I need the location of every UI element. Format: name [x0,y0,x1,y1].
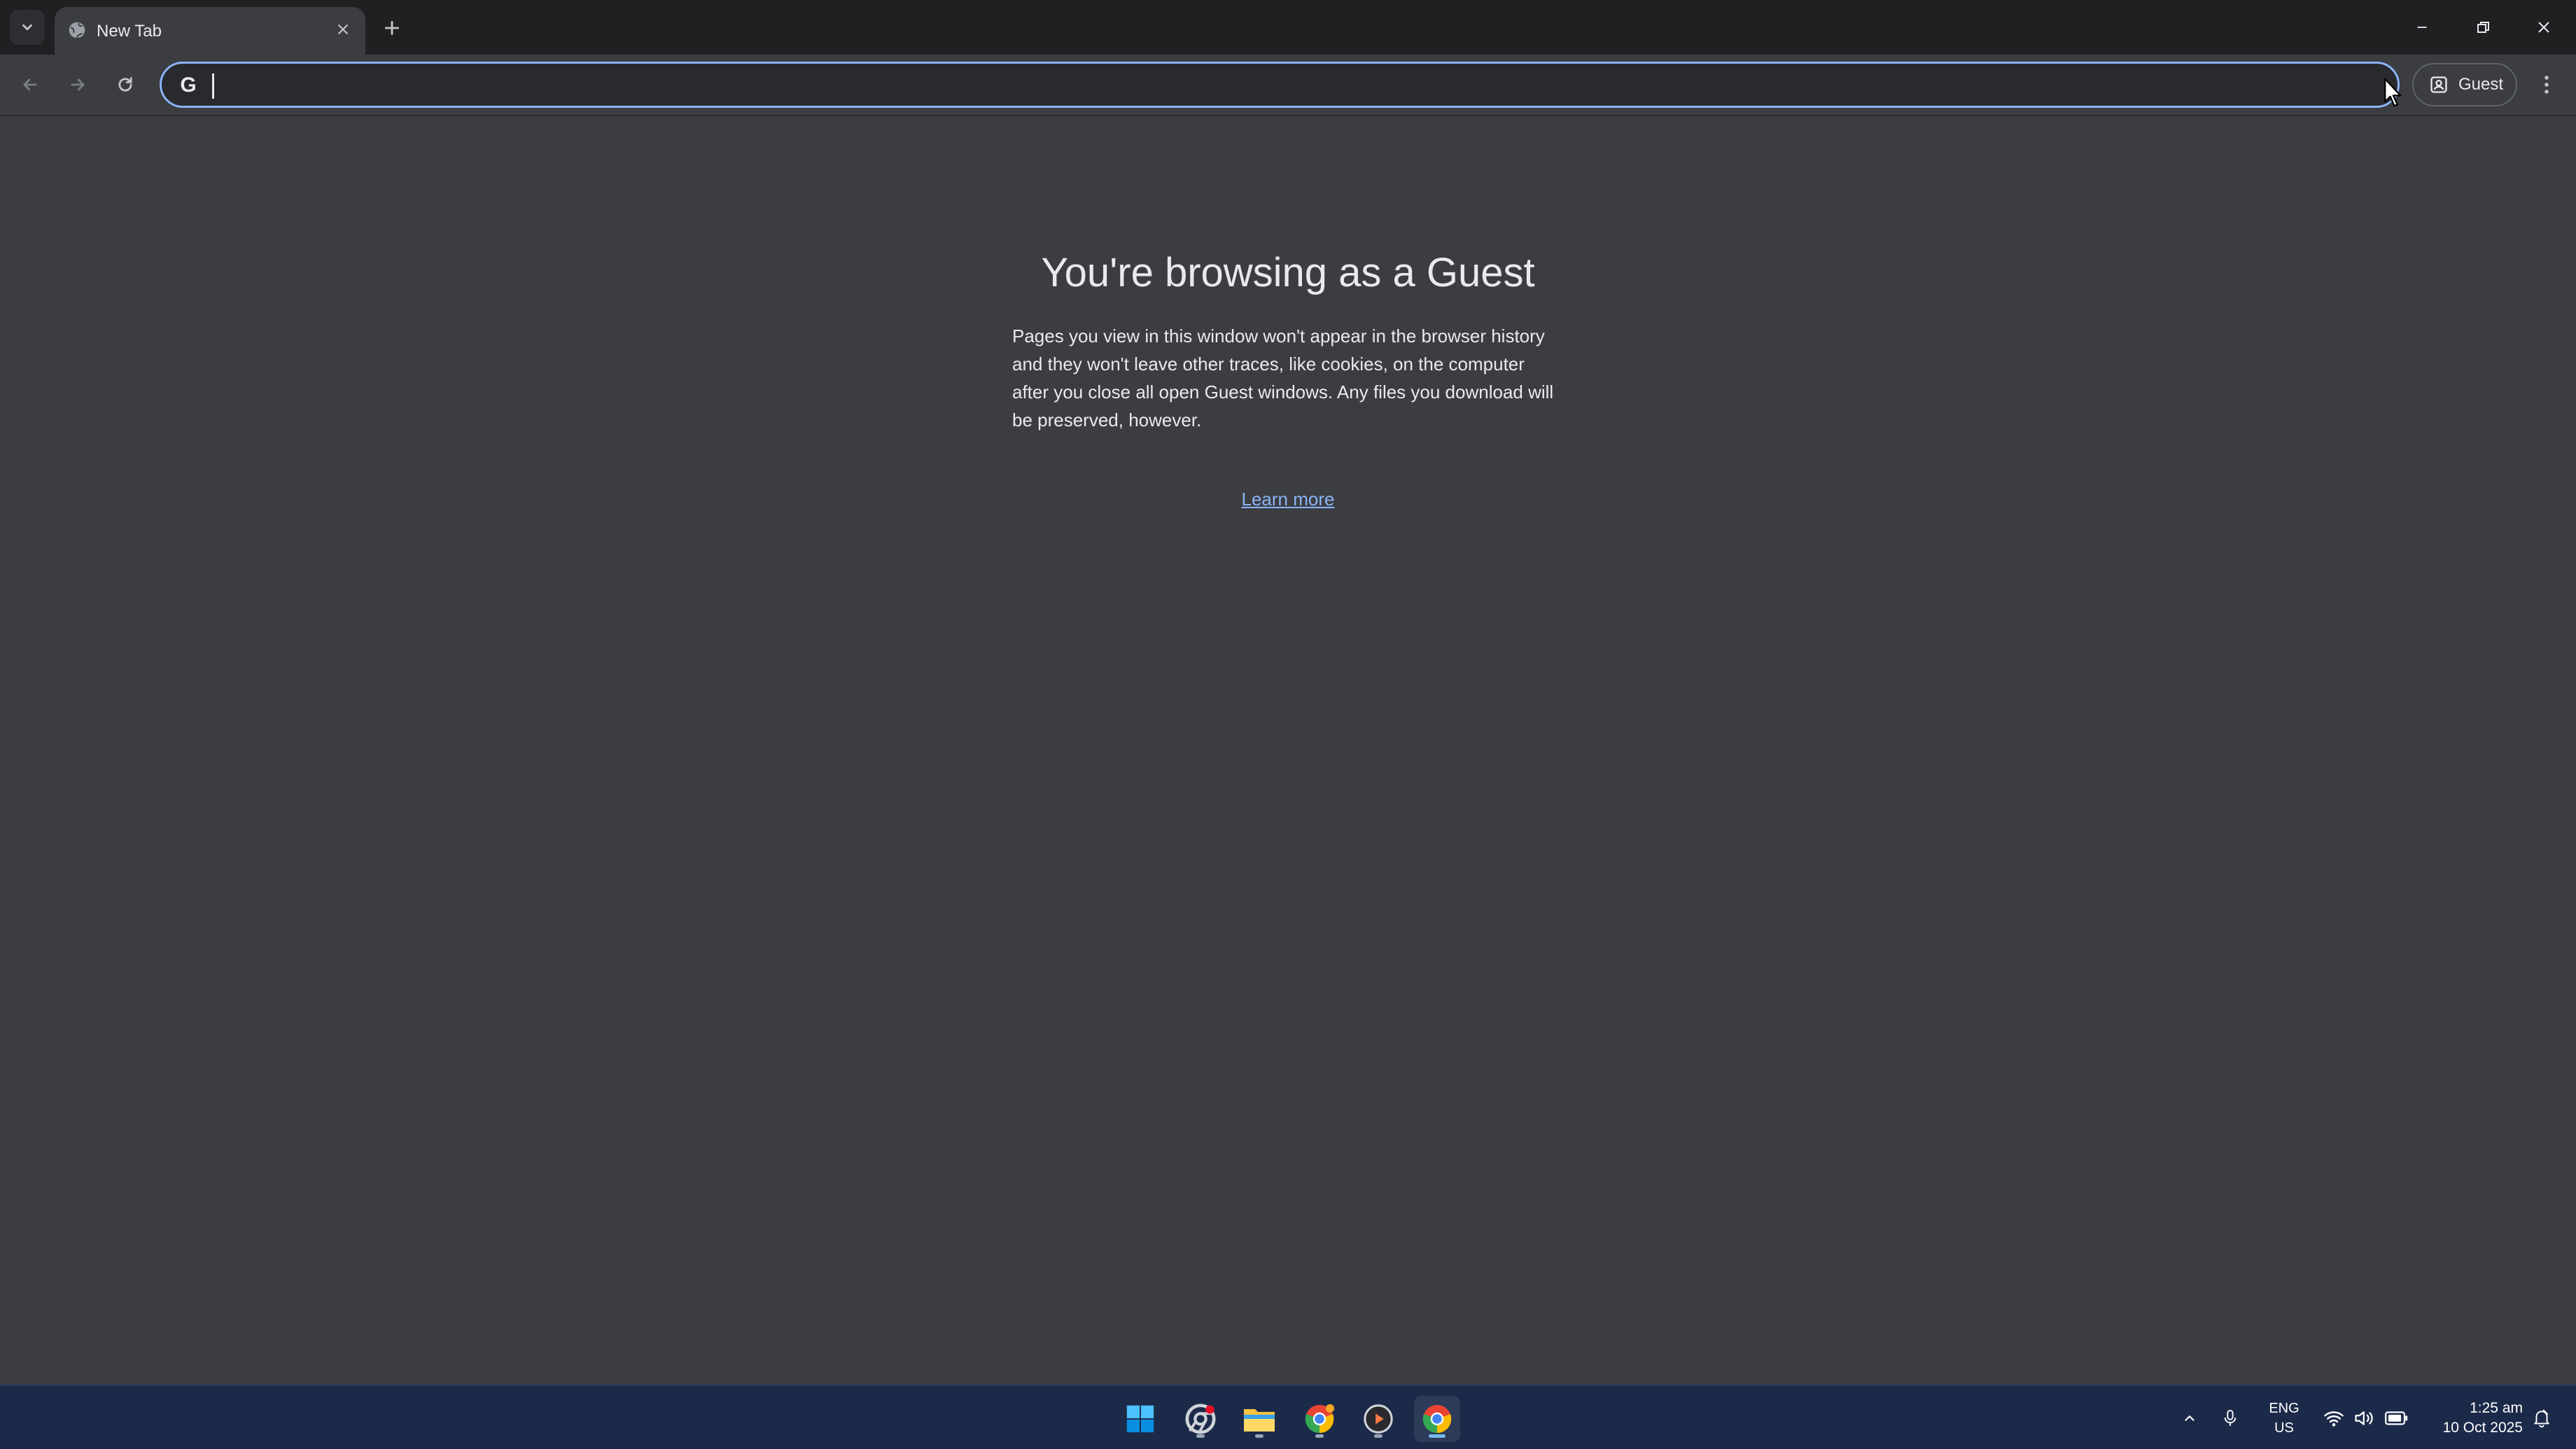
system-clock[interactable]: 1:25 am 10 Oct 2025 [2423,1399,2523,1438]
battery-icon [2385,1411,2408,1425]
active-indicator [1429,1434,1446,1438]
guest-description: Pages you view in this window won't appe… [1012,326,1554,430]
toolbar: G Guest [0,55,2576,115]
tab-title: New Tab [97,22,162,41]
clock-time: 1:25 am [2470,1400,2523,1416]
folder-icon [1244,1409,1275,1432]
chrome-canary-icon [1305,1404,1334,1434]
language-primary: ENG [2269,1401,2300,1416]
reload-button[interactable] [108,67,143,102]
restore-icon [2477,22,2489,33]
chrome-beta-icon [1185,1404,1216,1434]
profile-label: Guest [2458,75,2504,94]
mouse-pointer-icon [2384,78,2402,107]
arrow-right-icon [71,78,85,91]
more-vertical-icon [2544,76,2549,94]
minimize-icon [2417,27,2427,28]
new-tab-button[interactable] [377,13,407,43]
show-hidden-icons-button[interactable] [2178,1403,2201,1434]
taskbar-app-chrome-beta[interactable] [1177,1396,1224,1442]
reload-icon [118,77,132,92]
speaker-icon [2355,1411,2373,1425]
text-caret [212,74,214,99]
address-input[interactable] [211,69,2367,100]
start-button[interactable] [1117,1396,1163,1442]
running-indicator [1255,1434,1264,1438]
close-icon [2538,22,2549,33]
notification-bell-icon [2534,1409,2549,1428]
taskbar-app-file-explorer[interactable] [1236,1396,1282,1442]
chevron-down-icon [22,24,32,31]
arrow-left-icon [23,78,37,91]
tab-new-tab[interactable]: New Tab [55,7,365,55]
running-indicator [1315,1434,1324,1438]
close-window-button[interactable] [2523,10,2565,45]
browser-menu-button[interactable] [2531,67,2562,102]
volume-button[interactable] [2352,1403,2377,1434]
close-icon [338,24,348,34]
wifi-icon [2324,1411,2344,1427]
tab-search-button[interactable] [10,10,45,45]
plus-icon [384,20,400,36]
globe-icon [64,18,90,43]
forward-button[interactable] [60,67,95,102]
taskbar-app-chrome-canary[interactable] [1296,1396,1343,1442]
restore-button[interactable] [2463,10,2505,45]
learn-more-label[interactable]: Learn more [1242,489,1335,510]
address-bar[interactable]: G [160,62,2400,108]
running-indicator [1196,1434,1205,1438]
taskbar-app-media-player[interactable] [1355,1396,1401,1442]
clock-date: 10 Oct 2025 [2442,1420,2523,1436]
page-title: You're browsing as a Guest [1041,250,1535,295]
language-secondary: US [2274,1420,2294,1436]
microphone-button[interactable] [2219,1403,2241,1434]
profile-button[interactable]: Guest [2412,63,2517,106]
running-indicator [1374,1434,1382,1438]
chrome-icon [1422,1405,1452,1434]
taskbar-app-chrome[interactable] [1414,1396,1460,1442]
windows-icon [1126,1405,1154,1433]
tab-strip: New Tab [0,0,2576,55]
wifi-button[interactable] [2321,1403,2346,1434]
media-player-icon [1364,1404,1393,1434]
notifications-button[interactable] [2530,1403,2554,1434]
learn-more-link[interactable]: Learn more [0,489,2576,510]
guest-profile-icon [2430,76,2447,93]
google-icon: G [180,74,197,97]
close-tab-button[interactable] [330,17,356,42]
back-button[interactable] [13,67,48,102]
chevron-up-icon [2185,1415,2194,1421]
microphone-icon [2224,1410,2236,1426]
language-indicator[interactable]: ENG US [2265,1399,2303,1438]
battery-button[interactable] [2383,1403,2411,1434]
guest-page: You're browsing as a Guest Pages you vie… [0,116,2576,1385]
taskbar: ENG US 1:25 am 10 Oct 2025 [0,1385,2576,1449]
minimize-button[interactable] [2401,10,2443,45]
